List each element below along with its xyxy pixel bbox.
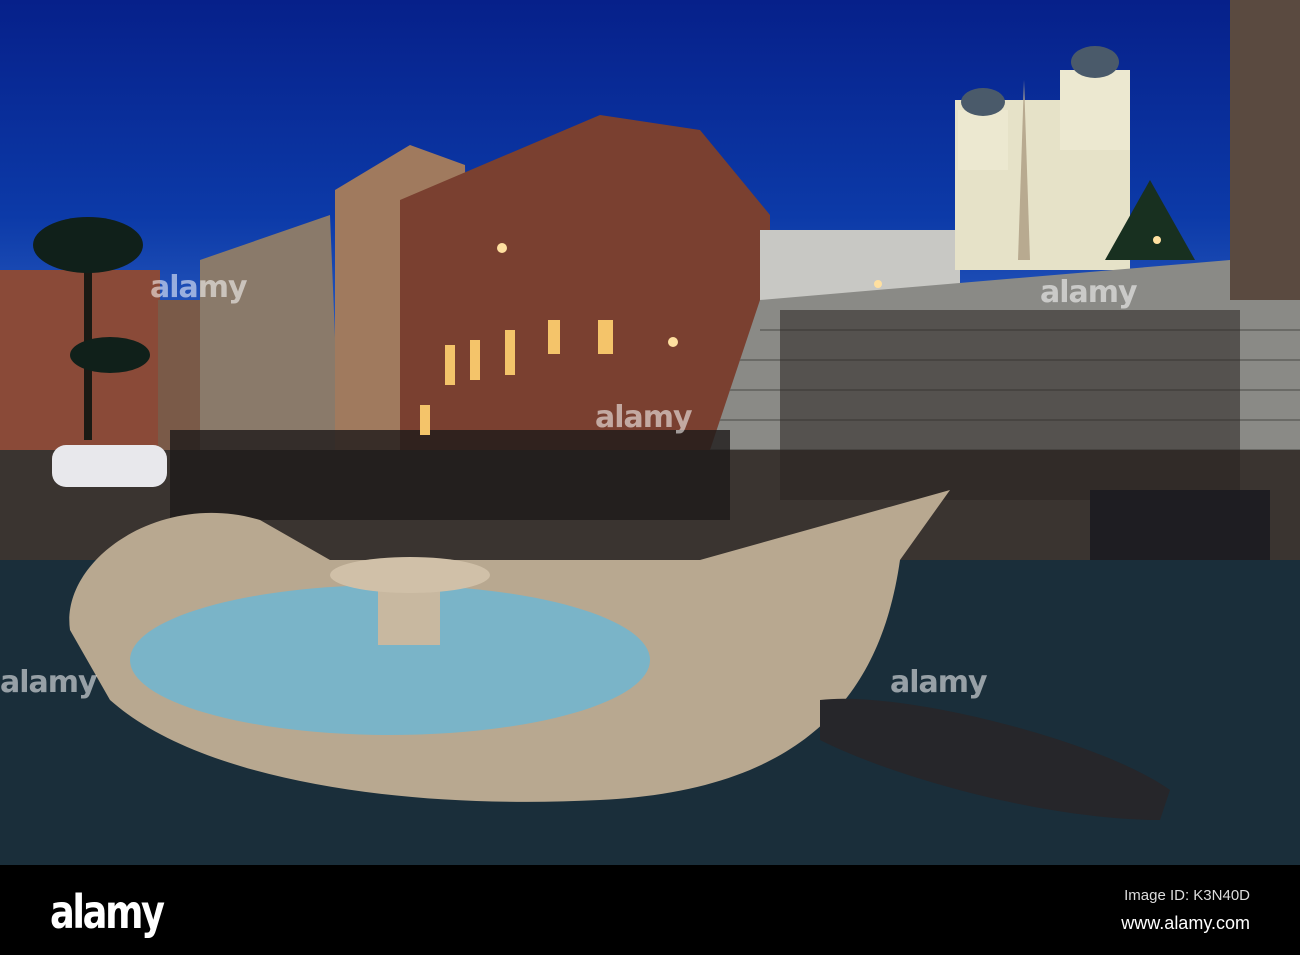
bell-tower-left	[958, 110, 1008, 170]
building-far-right	[1230, 0, 1300, 300]
palm-crown	[33, 217, 143, 273]
street-lamp	[497, 243, 507, 253]
crowd-on-steps	[780, 310, 1240, 500]
footer-bar: alamy Image ID: K3N40D www.alamy.com	[0, 865, 1300, 955]
street-lamp	[668, 337, 678, 347]
watermark: alamy	[0, 665, 98, 700]
palm-crown	[70, 337, 150, 373]
street-lamp	[1153, 236, 1161, 244]
bell-tower-right	[1060, 70, 1130, 150]
street-lamp	[874, 280, 882, 288]
crowd	[170, 430, 730, 520]
dome	[1071, 46, 1119, 78]
image-id: Image ID: K3N40D	[1124, 887, 1250, 904]
police-car	[52, 445, 167, 487]
watermark: alamy	[595, 400, 693, 435]
alamy-logo: alamy	[50, 885, 165, 939]
watermark: alamy	[890, 665, 988, 700]
website-link[interactable]: www.alamy.com	[1121, 913, 1250, 934]
watermark: alamy	[1040, 275, 1138, 310]
dome	[961, 88, 1005, 116]
watermark: alamy	[150, 270, 248, 305]
fountain-bowl	[330, 557, 490, 593]
photo: alamy alamy alamy alamy alamy	[0, 0, 1300, 865]
building	[200, 215, 340, 460]
